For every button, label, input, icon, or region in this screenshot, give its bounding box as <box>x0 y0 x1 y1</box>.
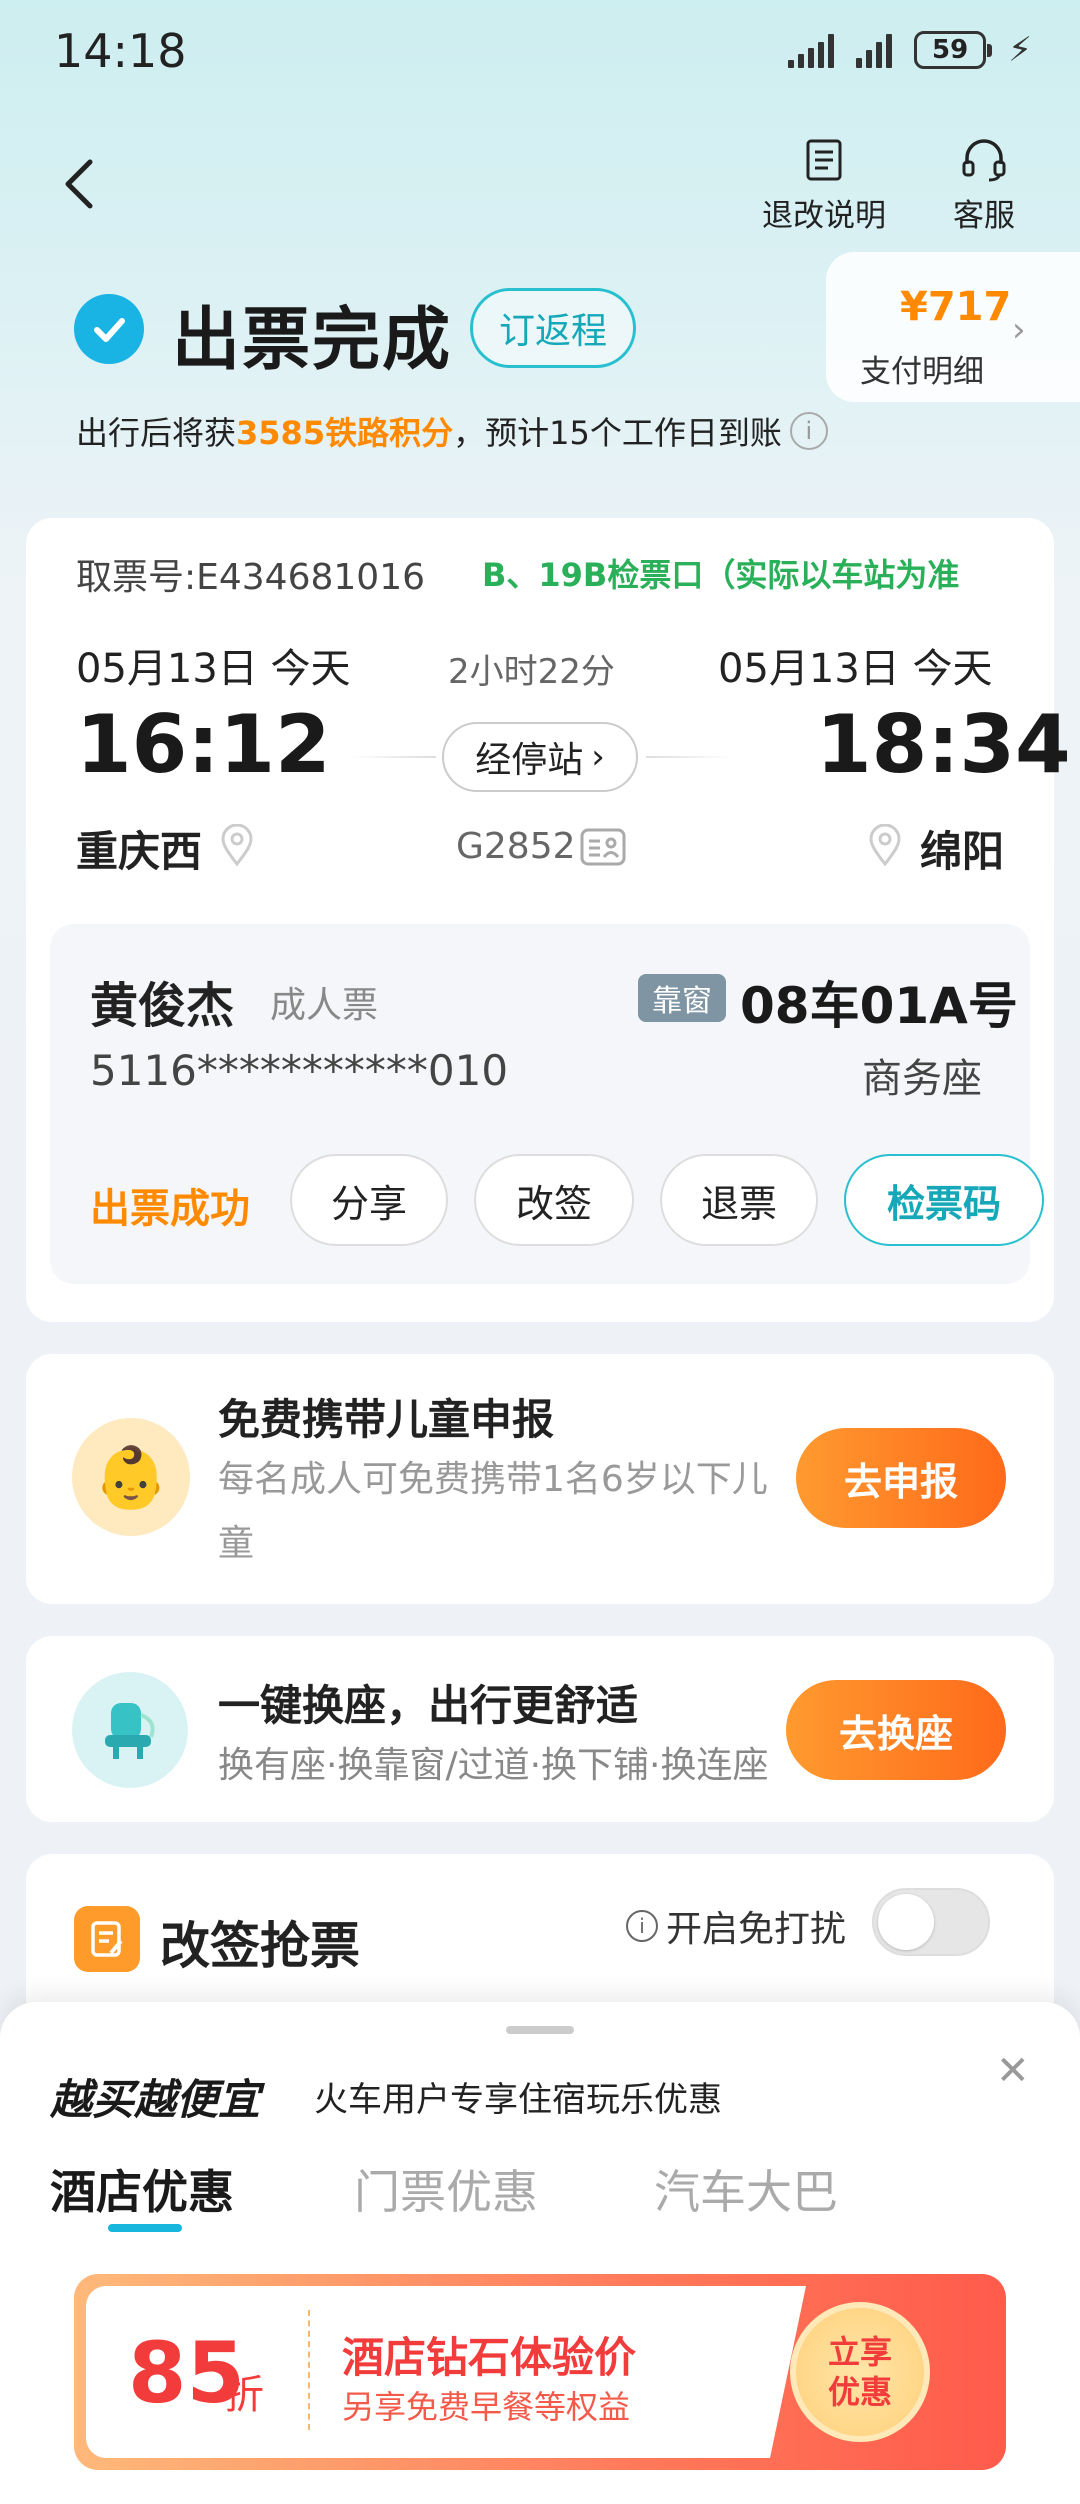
baby-icon: 👶 <box>72 1418 190 1536</box>
ticket-number: 取票号:E434681016 <box>76 557 426 598</box>
dnd-toggle[interactable] <box>872 1888 990 1956</box>
arrival-time: 18:34 <box>816 698 1071 791</box>
train-info-icon[interactable] <box>580 828 626 870</box>
seat-class: 商务座 <box>862 1056 982 1102</box>
seat-card-title: 一键换座，出行更舒适 <box>218 1681 639 1730</box>
promo-divider <box>308 2310 310 2430</box>
status-icons: 59 ⚡ <box>788 28 1032 72</box>
arrival-date: 05月13日 今天 <box>718 646 993 692</box>
charging-icon: ⚡ <box>1008 30 1032 70</box>
tab-hotel[interactable]: 酒店优惠 <box>50 2156 234 2222</box>
stops-label: 经停站 <box>475 740 584 781</box>
chevron-right-icon: › <box>591 737 605 777</box>
customer-service-label: 客服 <box>953 198 1015 234</box>
seat-number: 08车01A号 <box>740 977 1018 1035</box>
status-time: 14:18 <box>54 24 187 78</box>
declare-button[interactable]: 去申报 <box>796 1428 1006 1528</box>
close-icon[interactable]: ✕ <box>996 2048 1030 2094</box>
id-number: 5116***********010 <box>90 1046 509 1095</box>
info-icon[interactable]: i <box>626 1910 658 1942</box>
trip-duration: 2小时22分 <box>448 652 615 692</box>
back-button[interactable] <box>60 156 100 212</box>
claim-offer-button[interactable]: 立享优惠 <box>790 2302 930 2442</box>
pay-amount: ¥717 <box>900 284 1012 330</box>
customer-service-button[interactable]: 客服 <box>914 138 1054 235</box>
location-pin-icon[interactable] <box>220 823 254 867</box>
claim-offer-label: 立享优惠 <box>827 2333 892 2411</box>
sheet-drag-handle[interactable] <box>506 2026 574 2034</box>
promo-title: 酒店钻石体验价 <box>342 2333 637 2382</box>
change-seat-button[interactable]: 去换座 <box>786 1680 1006 1780</box>
headset-icon <box>962 139 1006 182</box>
points-prefix: 出行后将获 <box>76 414 237 452</box>
departure-time: 16:12 <box>76 698 331 791</box>
departure-station[interactable]: 重庆西 <box>76 818 202 879</box>
child-card-desc: 每名成人可免费携带1名6岁以下儿童 <box>218 1459 768 1564</box>
points-highlight: 3585铁路积分 <box>236 414 454 452</box>
edit-note-icon <box>74 1906 140 1972</box>
book-return-button[interactable]: 订返程 <box>470 288 636 368</box>
sheet-title: 越买越便宜 <box>50 2075 261 2124</box>
pay-detail-label: 支付明细 <box>860 354 984 390</box>
tab-bus[interactable]: 汽车大巴 <box>654 2156 838 2222</box>
battery-icon: 59 <box>914 31 993 69</box>
points-note: 出行后将获 3585铁路积分 ，预计15个工作日到账 i <box>76 408 828 454</box>
page-title: 出票完成 <box>172 301 453 380</box>
share-button[interactable]: 分享 <box>290 1154 448 1246</box>
arrival-station[interactable]: 绵阳 <box>920 818 1004 879</box>
active-tab-indicator <box>108 2224 182 2232</box>
route-line <box>350 756 436 758</box>
seat-card-desc: 换有座·换靠窗/过道·换下铺·换连座 <box>218 1745 769 1786</box>
tab-attraction-tickets[interactable]: 门票优惠 <box>354 2156 538 2222</box>
back-arrow-icon <box>65 159 93 209</box>
dnd-label: i 开启免打扰 <box>626 1900 846 1952</box>
info-icon[interactable]: i <box>789 412 828 450</box>
promo-desc: 另享免费早餐等权益 <box>342 2388 631 2426</box>
departure-date: 05月13日 今天 <box>76 646 351 692</box>
departure-station-name: 重庆西 <box>76 827 203 876</box>
child-card-title: 免费携带儿童申报 <box>218 1395 555 1444</box>
route-line <box>646 756 732 758</box>
document-icon <box>806 139 842 181</box>
location-pin-icon[interactable] <box>868 823 902 867</box>
seat-icon <box>72 1672 188 1788</box>
ticket-status: 出票成功 <box>90 1186 250 1232</box>
check-code-button[interactable]: 检票码 <box>844 1154 1044 1246</box>
signal-icon <box>856 32 893 68</box>
grab-card-title: 改签抢票 <box>160 1917 360 1975</box>
refund-button[interactable]: 退票 <box>660 1154 818 1246</box>
sheet-subtitle: 火车用户专享住宿玩乐优惠 <box>314 2080 722 2120</box>
change-ticket-button[interactable]: 改签 <box>474 1154 634 1246</box>
refund-info-label: 退改说明 <box>762 198 886 234</box>
signal-icon <box>788 32 835 68</box>
promo-discount-unit: 折 <box>224 2372 264 2418</box>
success-check-icon <box>74 294 144 364</box>
ticket-type: 成人票 <box>270 985 379 1026</box>
gate-info: B、19B检票口（实际以车站为准 <box>482 556 960 594</box>
chevron-right-icon: › <box>1012 310 1026 350</box>
points-suffix: ，预计15个工作日到账 <box>453 414 782 452</box>
refund-info-button[interactable]: 退改说明 <box>754 138 894 235</box>
passenger-name: 黄俊杰 <box>90 978 235 1034</box>
stops-button[interactable]: 经停站 › <box>442 722 638 792</box>
train-number: G2852 <box>456 826 576 867</box>
window-seat-badge: 靠窗 <box>638 974 726 1022</box>
